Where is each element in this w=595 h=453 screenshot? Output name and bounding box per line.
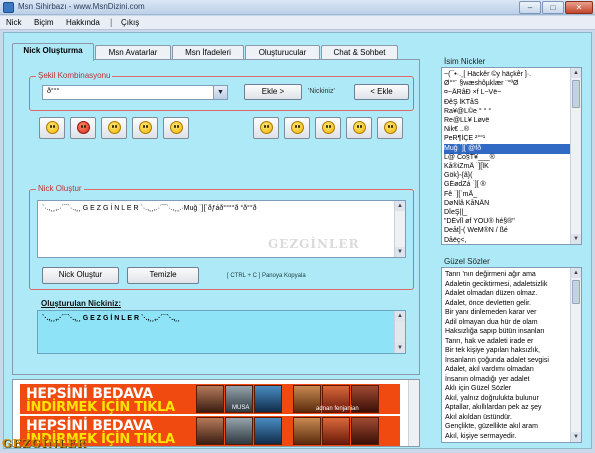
ad-photo [293, 417, 321, 445]
tab-olusturucular[interactable]: Oluşturucular [245, 45, 320, 60]
close-button[interactable]: ✕ [565, 1, 593, 14]
ad-row-1[interactable]: HEPSİNİ BEDAVA İNDİRMEK İÇİN TIKLA MUSA … [20, 384, 400, 415]
tab-nick-olusturma[interactable]: Nick Oluşturma [12, 43, 94, 61]
tab-panel-nick-olusturma: Şekil Kombinasyonu ð°°° ▼ Ekle > 'Nickin… [12, 59, 420, 375]
quote-line: Akıl, kişiye sermayedir. [445, 432, 517, 440]
ad-photo [196, 385, 224, 413]
menu-separator: | [110, 17, 113, 27]
nick-list-title: İsim Nickler [444, 57, 486, 66]
tab-msn-ifadeleri[interactable]: Msn İfadeleri [172, 45, 244, 60]
maximize-button[interactable]: □ [542, 1, 564, 14]
embarrassed-icon[interactable] [315, 117, 341, 139]
ad-photo [196, 417, 224, 445]
quotes-scrollbar[interactable]: ▲ ▼ [570, 268, 581, 442]
quote-line: Haksızlığa sapıp bütün insanları [445, 328, 545, 335]
quote-line: Tanrı, hak ve adaleti irade er [445, 337, 534, 345]
shape-select[interactable]: ð°°° ▼ [42, 85, 228, 100]
quote-line: İnsanların çoğunda adalet sevgisi [445, 356, 549, 364]
editor-watermark: GEZGİNLER [268, 237, 360, 251]
quote-line: Akıl akıldan üstündür. [445, 413, 512, 421]
quote-line: Aklı için Güzel Sözler [445, 385, 512, 392]
menu-nick[interactable]: Nick [6, 18, 22, 27]
ad-caption-musa: MUSA [232, 405, 250, 411]
add-right-button[interactable]: < Ekle [354, 84, 409, 100]
quote-line: Tanrı 'nın değirmeni ağır ama [445, 271, 536, 278]
ad-photo [225, 417, 253, 445]
nick-list-item[interactable]: Dåëç<, [444, 236, 571, 244]
app-icon [3, 2, 14, 13]
client-area: Nick Oluşturma Msn Avatarlar Msn İfadele… [3, 32, 592, 449]
ad-scrollbar[interactable] [408, 380, 419, 446]
quote-line: Bir yanı dinlemeden karar ver [445, 309, 537, 316]
nick-editor[interactable]: `·.,¸¸,.·´¯`·.,¸¸ G E Z G İ N L E R `·.,… [37, 200, 406, 258]
window-title: Msn Sihirbazı - www.MsnDizini.com [18, 2, 145, 11]
angry-icon[interactable] [70, 117, 96, 139]
result-box[interactable]: `·.,¸¸,.·´¯`·.,¸¸ G E Z G İ N L E R `·.,… [37, 310, 406, 354]
shape-select-value: ð°°° [47, 88, 60, 95]
quote-line: Akıl, yalnız doğrulukta bulunur [445, 394, 539, 402]
nick-editor-scrollbar[interactable]: ▲ ▼ [394, 201, 405, 257]
minimize-button[interactable]: – [519, 1, 541, 14]
shape-combination-legend: Şekil Kombinasyonu [36, 71, 113, 80]
copy-hint: [ CTRL + C ] Panoya Kopyala [227, 273, 306, 279]
confused-icon[interactable] [253, 117, 279, 139]
quote-line: Gençlikte, güzellikte akıl aram [445, 423, 538, 430]
ad-photo [254, 385, 282, 413]
title-bar: Msn Sihirbazı - www.MsnDizini.com – □ ✕ [0, 0, 595, 15]
sad-icon[interactable] [346, 117, 372, 139]
nickname-placeholder-text: 'Nickiniz' [308, 88, 335, 95]
quote-line: İnsanın olmadığı yer adalet [445, 375, 530, 383]
create-nick-legend: Nick Oluştur [36, 184, 84, 193]
quotes-title: Güzel Sözler [444, 257, 490, 266]
quote-line: Adalet, akıl vardımı olmadan [445, 366, 534, 373]
smile-icon[interactable] [39, 117, 65, 139]
ad-caption-other: adnan fenjanian [316, 406, 359, 412]
nick-editor-text: `·.,¸¸,.·´¯`·.,¸¸ G E Z G İ N L E R `·.,… [42, 205, 257, 212]
chevron-down-icon[interactable]: ▼ [213, 86, 227, 99]
result-text: `·.,¸¸,.·´¯`·.,¸¸ G E Z G İ N L E R `·.,… [42, 315, 180, 322]
menu-bicim[interactable]: Biçim [34, 18, 54, 27]
quote-line: Adalet olmadan düzen olmaz. [445, 290, 538, 297]
nick-list-scrollbar[interactable]: ▲ ▼ [570, 68, 581, 244]
create-nick-button[interactable]: Nick Oluştur [42, 267, 119, 284]
quote-line: Adaletin geciktirmesi, adaletsizlik [445, 280, 548, 288]
kiss-icon[interactable] [101, 117, 127, 139]
ad-photo [254, 417, 282, 445]
result-label: Oluşturulan Nickiniz: [41, 299, 122, 308]
tab-msn-avatarlar[interactable]: Msn Avatarlar [95, 45, 171, 60]
tab-chat-sohbet[interactable]: Chat & Sohbet [321, 45, 398, 60]
thinking-icon[interactable] [132, 117, 158, 139]
cool-icon[interactable] [163, 117, 189, 139]
ad-photo [322, 417, 350, 445]
quote-line: Aptallar, akıllılardan pek az şey [445, 404, 542, 411]
grin-icon[interactable] [284, 117, 310, 139]
quote-line: Adil olmayan dua hür de olam [445, 318, 538, 326]
menu-hakkinda[interactable]: Hakkında [66, 18, 100, 27]
nick-list[interactable]: ~(¯•·.¸[ Häckêr ©y häçkêr ]·. Ø°°¨ §wæshô… [441, 67, 582, 245]
menu-cikis[interactable]: Çıkış [121, 18, 139, 27]
ad-photo [351, 417, 379, 445]
brand-logo: GEZGİNLER [2, 437, 87, 450]
menu-bar: Nick Biçim Hakkında | Çıkış [0, 16, 595, 30]
quotes-box[interactable]: Tanrı 'nın değirmeni ağır ama Adaletin ge… [441, 267, 582, 443]
result-scrollbar[interactable]: ▲ ▼ [394, 311, 405, 353]
ad-line-2: İNDİRMEK İÇİN TIKLA [26, 400, 175, 415]
clear-button[interactable]: Temizle [127, 267, 199, 284]
emoticon-bar [39, 117, 419, 141]
quote-line: Adalet, önce devletten gelir. [445, 299, 532, 307]
add-left-button[interactable]: Ekle > [244, 84, 302, 100]
quote-line: Bir tek kişiye yapılan haksızlık, [445, 347, 540, 354]
wink-icon[interactable] [377, 117, 403, 139]
